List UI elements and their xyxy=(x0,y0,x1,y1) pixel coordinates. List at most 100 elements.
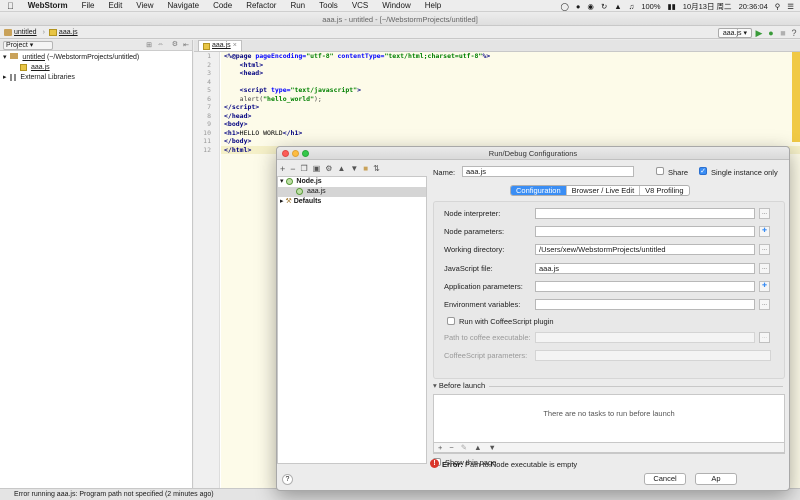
browse-button[interactable]: ... xyxy=(759,208,770,219)
wifi-icon[interactable]: ▲ xyxy=(614,2,621,11)
breadcrumb-project[interactable]: untitled xyxy=(4,29,37,36)
close-icon[interactable]: × xyxy=(233,41,237,51)
browse-button[interactable]: ... xyxy=(759,299,770,310)
browse-button[interactable]: ... xyxy=(759,263,770,274)
tree-file[interactable]: aaa.js xyxy=(0,63,192,73)
single-instance-checkbox[interactable]: ✓ xyxy=(699,167,707,175)
menu-tools[interactable]: Tools xyxy=(312,1,345,10)
tree-node-nodejs[interactable]: ▾ Node.js xyxy=(278,177,426,187)
menu-help[interactable]: Help xyxy=(418,1,448,10)
help-button[interactable]: ? xyxy=(282,474,293,485)
cancel-button[interactable]: Cancel xyxy=(644,473,686,485)
wechat-icon[interactable]: ◉ xyxy=(587,2,594,11)
move-up-icon[interactable]: ▲ xyxy=(474,443,481,452)
zoom-window-button[interactable] xyxy=(302,150,309,157)
tab-configuration[interactable]: Configuration xyxy=(511,186,567,195)
copy-icon[interactable]: ❐ xyxy=(301,164,308,173)
help-icon[interactable]: ? xyxy=(789,28,799,38)
expand-editor-icon[interactable]: ✚ xyxy=(759,281,770,292)
move-up-icon[interactable]: ▲ xyxy=(337,164,345,173)
error-stripe[interactable] xyxy=(792,52,800,142)
expand-arrow-icon[interactable]: ▸ xyxy=(3,74,7,81)
tree-node-defaults[interactable]: ▸ ⚒ Defaults xyxy=(278,197,426,207)
project-view-selector[interactable]: Project ▾ xyxy=(3,40,53,50)
menu-view[interactable]: View xyxy=(129,1,160,10)
menu-edit[interactable]: Edit xyxy=(102,1,130,10)
javascript-file-input[interactable]: aaa.js xyxy=(535,263,755,274)
qq-icon[interactable]: ● xyxy=(576,2,581,11)
remove-icon[interactable]: − xyxy=(449,443,453,452)
editor-tab-aaa[interactable]: aaa.js × xyxy=(198,40,242,51)
status-message[interactable]: Error running aaa.js: Program path not s… xyxy=(14,491,214,498)
menubar-time[interactable]: 20:36:04 xyxy=(739,2,768,11)
save-icon[interactable]: ▣ xyxy=(313,164,321,173)
menu-file[interactable]: File xyxy=(75,1,102,10)
menu-vcs[interactable]: VCS xyxy=(345,1,375,10)
share-checkbox[interactable] xyxy=(656,167,664,175)
menu-code[interactable]: Code xyxy=(206,1,239,10)
remove-icon[interactable]: − xyxy=(290,164,295,174)
notification-icon[interactable]: ◯ xyxy=(560,2,568,11)
project-panel: Project ▾ ⊞ ⇔ ⚙ ⇤ ▾ untitled (~/Webstorm… xyxy=(0,40,193,488)
gear-icon[interactable]: ⚙ xyxy=(172,40,178,48)
menu-run[interactable]: Run xyxy=(283,1,312,10)
expand-arrow-icon[interactable]: ▾ xyxy=(280,178,284,185)
coffee-plugin-checkbox[interactable] xyxy=(447,317,455,325)
volume-icon[interactable]: ♫ xyxy=(629,2,635,11)
application-parameters-input[interactable] xyxy=(535,281,755,292)
run-icon[interactable]: ▶ xyxy=(754,28,764,38)
search-icon[interactable]: ⚲ xyxy=(775,2,781,11)
folder-icon[interactable]: ■ xyxy=(363,164,368,173)
menu-list-icon[interactable]: ☰ xyxy=(787,2,794,11)
working-directory-input[interactable]: /Users/xew/WebstormProjects/untitled xyxy=(535,244,755,255)
run-config-dropdown[interactable]: aaa.js ▾ xyxy=(717,28,752,38)
debug-icon[interactable]: ● xyxy=(766,28,776,38)
apple-icon[interactable]:  xyxy=(0,1,21,11)
battery-icon[interactable]: ▮▮ xyxy=(668,2,676,11)
sort-icon[interactable]: ⇅ xyxy=(373,164,380,173)
move-down-icon[interactable]: ▼ xyxy=(489,443,496,452)
js-file-icon xyxy=(20,63,27,71)
before-launch-toolbar: + − ✎ ▲ ▼ xyxy=(433,442,785,453)
scroll-from-source-icon[interactable]: ⇔ xyxy=(157,41,164,48)
browse-button[interactable]: ... xyxy=(759,332,770,343)
minimize-window-button[interactable] xyxy=(292,150,299,157)
add-icon[interactable]: + xyxy=(438,443,442,452)
hide-panel-icon[interactable]: ⇤ xyxy=(183,41,189,49)
edit-icon[interactable]: ✎ xyxy=(461,443,467,452)
coffee-path-input[interactable] xyxy=(535,332,755,343)
edit-defaults-icon[interactable]: ⚙ xyxy=(325,164,332,173)
sync-icon[interactable]: ↻ xyxy=(601,2,607,11)
code-line: <script type="text/javascript"> xyxy=(224,86,361,94)
menu-app-name[interactable]: WebStorm xyxy=(21,1,75,10)
menu-window[interactable]: Window xyxy=(375,1,417,10)
collapse-arrow-icon[interactable]: ▾ xyxy=(433,381,437,390)
expand-arrow-icon[interactable]: ▾ xyxy=(3,54,7,61)
browse-button[interactable]: ... xyxy=(759,244,770,255)
before-launch-header[interactable]: ▾ Before launch xyxy=(433,381,485,390)
move-down-icon[interactable]: ▼ xyxy=(350,164,358,173)
collapse-all-icon[interactable]: ⊞ xyxy=(146,41,152,49)
tree-external-libraries[interactable]: ▸ External Libraries xyxy=(0,73,192,83)
expand-arrow-icon[interactable]: ▸ xyxy=(280,198,284,205)
add-icon[interactable]: + xyxy=(280,164,285,174)
name-input[interactable]: aaa.js xyxy=(462,166,634,177)
close-window-button[interactable] xyxy=(282,150,289,157)
breadcrumb-file[interactable]: aaa.js xyxy=(48,29,78,36)
tree-config-aaa[interactable]: aaa.js xyxy=(278,187,426,197)
expand-editor-icon[interactable]: ✚ xyxy=(759,226,770,237)
tab-browser-live-edit[interactable]: Browser / Live Edit xyxy=(567,186,641,195)
menu-navigate[interactable]: Navigate xyxy=(161,1,207,10)
stop-icon[interactable]: ■ xyxy=(778,28,788,38)
apply-button[interactable]: Ap xyxy=(695,473,737,485)
line-number: 8 xyxy=(207,111,211,120)
node-interpreter-input[interactable] xyxy=(535,208,755,219)
node-parameters-input[interactable] xyxy=(535,226,755,237)
menubar-date[interactable]: 10月13日 周二 xyxy=(683,1,732,12)
environment-variables-input[interactable] xyxy=(535,299,755,310)
menu-refactor[interactable]: Refactor xyxy=(239,1,283,10)
coffee-params-input[interactable] xyxy=(535,350,771,361)
tree-root[interactable]: ▾ untitled (~/WebstormProjects/untitled) xyxy=(0,53,192,63)
tab-v8-profiling[interactable]: V8 Profiling xyxy=(640,186,688,195)
error-message: Path to Node executable is empty xyxy=(465,460,578,469)
